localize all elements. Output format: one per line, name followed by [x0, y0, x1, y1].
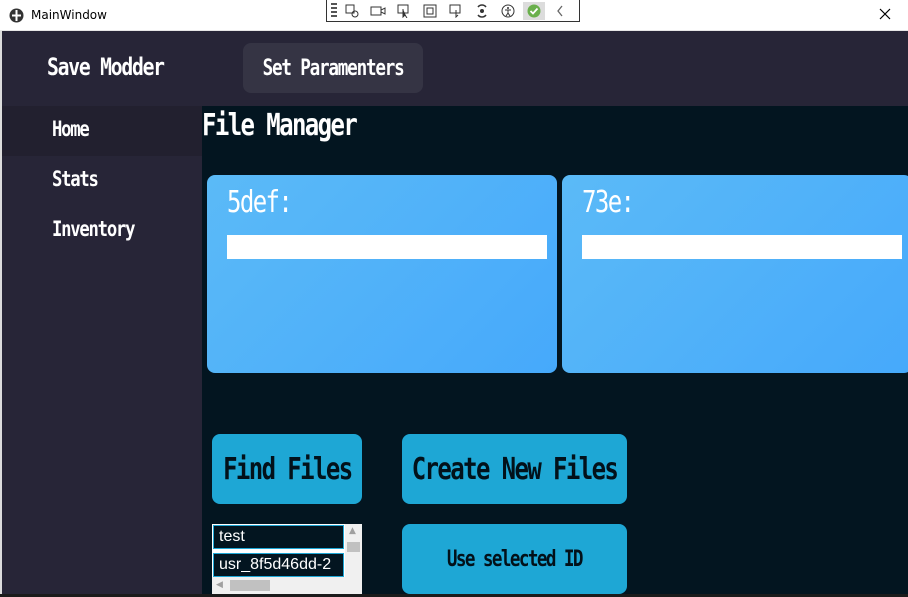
main-panel: File Manager 5def: 73e: Find Files Creat… — [202, 106, 908, 594]
find-files-button[interactable]: Find Files — [212, 434, 362, 504]
sidebar: Home Stats Inventory — [2, 106, 202, 597]
sidebar-item-home[interactable]: Home — [2, 106, 202, 156]
display-layout-adorners-icon[interactable] — [419, 2, 441, 20]
accessibility-icon[interactable] — [497, 2, 519, 20]
card-label: 73e: — [582, 185, 635, 220]
horizontal-scroll-thumb[interactable] — [230, 580, 270, 591]
title-bar: MainWindow — [0, 0, 908, 31]
find-files-label: Find Files — [222, 451, 353, 487]
file-list[interactable]: test usr_8f5d46dd-2 ▲ ◀ — [212, 524, 362, 594]
id-card-73e: 73e: — [562, 175, 908, 373]
close-window-button[interactable] — [862, 0, 908, 31]
create-new-files-button[interactable]: Create New Files — [402, 434, 627, 504]
vertical-scroll-thumb[interactable] — [347, 542, 360, 552]
debug-toolbar — [326, 0, 580, 22]
set-parameters-button[interactable]: Set Paramenters — [243, 43, 423, 93]
page-title: File Manager — [202, 108, 358, 143]
check-icon[interactable] — [523, 1, 545, 20]
use-selected-id-button[interactable]: Use selected ID — [402, 524, 627, 594]
sidebar-item-inventory[interactable]: Inventory — [2, 206, 202, 256]
close-icon — [879, 7, 891, 25]
card-5def-input[interactable] — [227, 235, 547, 259]
sidebar-item-label: Home — [52, 117, 90, 141]
sidebar-item-stats[interactable]: Stats — [2, 156, 202, 206]
use-selected-id-label: Use selected ID — [447, 546, 584, 572]
set-parameters-label: Set Paramenters — [262, 55, 405, 81]
record-icon[interactable] — [367, 2, 389, 20]
track-focused-element-icon[interactable] — [445, 2, 467, 20]
create-new-files-label: Create New Files — [411, 451, 619, 487]
scroll-left-icon[interactable]: ◀ — [216, 580, 223, 590]
list-item[interactable]: test — [213, 525, 344, 549]
collapse-chevron-icon[interactable] — [549, 2, 571, 20]
live-visual-tree-icon[interactable] — [341, 2, 363, 20]
list-item[interactable]: usr_8f5d46dd-2 — [213, 553, 344, 577]
select-element-icon[interactable] — [393, 2, 415, 20]
app-logo-icon — [9, 8, 24, 23]
card-73e-input[interactable] — [582, 235, 902, 259]
vertical-scrollbar[interactable]: ▲ — [345, 524, 362, 594]
id-card-5def: 5def: — [207, 175, 557, 373]
sidebar-item-label: Stats — [52, 167, 99, 191]
sidebar-item-label: Inventory — [52, 217, 135, 241]
window-border — [0, 31, 2, 597]
card-label: 5def: — [227, 185, 293, 220]
toolbar-grip-icon[interactable] — [331, 2, 337, 19]
app-name: Save Modder — [47, 53, 165, 81]
window-title: MainWindow — [31, 8, 107, 22]
scroll-up-icon[interactable]: ▲ — [349, 526, 356, 536]
app-header: Save Modder Set Paramenters — [2, 31, 908, 106]
horizontal-scrollbar[interactable]: ◀ — [212, 577, 345, 594]
hot-reload-icon[interactable] — [471, 2, 493, 20]
